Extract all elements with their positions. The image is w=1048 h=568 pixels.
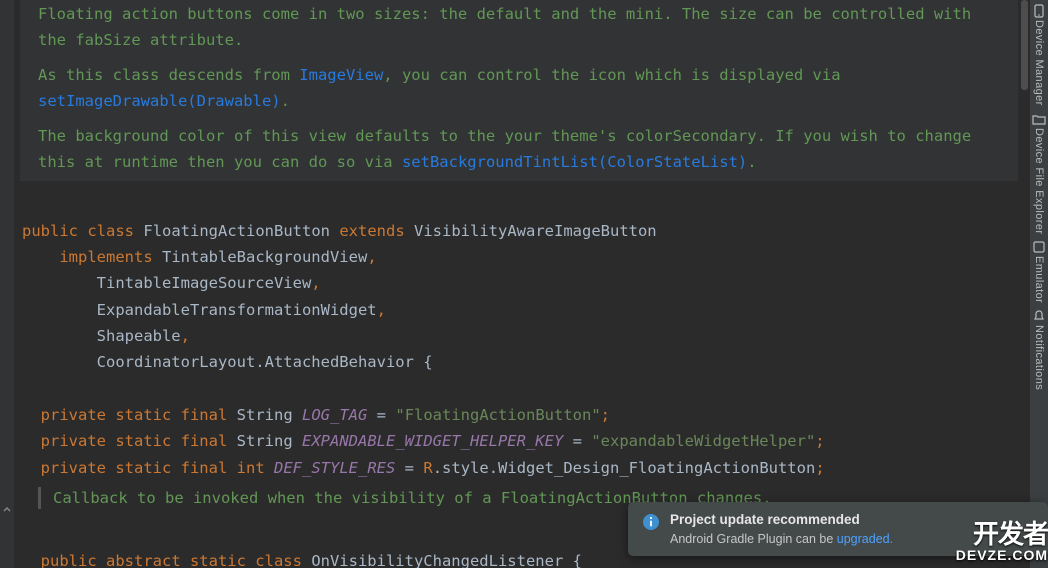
type: String: [237, 432, 293, 450]
toolwindow-device-file-explorer[interactable]: Device File Explorer: [1032, 112, 1046, 234]
toolwindow-label: Device Manager: [1033, 20, 1045, 106]
kw-modifiers: private static final: [41, 459, 228, 477]
constant-name: LOG_TAG: [302, 406, 367, 424]
interface-name: CoordinatorLayout.AttachedBehavior: [97, 353, 414, 371]
emulator-icon: [1032, 240, 1046, 254]
doc-link[interactable]: ImageView: [299, 66, 383, 84]
toolwindow-emulator[interactable]: Emulator: [1032, 240, 1046, 303]
doc-link[interactable]: setBackgroundTintList(ColorStateList): [402, 153, 747, 171]
code-editor[interactable]: Floating action buttons come in two size…: [14, 0, 1018, 568]
type: String: [237, 406, 293, 424]
toast-title: Project update recommended: [670, 512, 893, 527]
doc-code: fabSize: [75, 31, 140, 49]
doc-text: The background color of this view defaul…: [38, 127, 626, 145]
string-literal: "FloatingActionButton": [395, 406, 600, 424]
class-name: FloatingActionButton: [143, 222, 330, 240]
interface-name: TintableBackgroundView: [162, 248, 367, 266]
kw-modifiers: public abstract static class: [41, 552, 302, 568]
constant-name: EXPANDABLE_WIDGET_HELPER_KEY: [302, 432, 563, 450]
kw-class: class: [87, 222, 134, 240]
info-icon: [642, 513, 660, 531]
right-tool-strip: Device Manager Device File Explorer Emul…: [1030, 0, 1048, 568]
kw-modifiers: private static final: [41, 406, 228, 424]
superclass-name: VisibilityAwareImageButton: [414, 222, 657, 240]
kw-extends: extends: [339, 222, 404, 240]
bell-icon: [1032, 309, 1046, 323]
brace-open: {: [423, 353, 432, 371]
interface-name: ExpandableTransformationWidget: [97, 301, 377, 319]
javadoc-paragraph: As this class descends from ImageView, y…: [38, 63, 1000, 114]
r-ref: R: [423, 459, 432, 477]
toast-body-link[interactable]: upgraded.: [837, 532, 893, 546]
kw-modifiers: private static final: [41, 432, 228, 450]
kw-implements: implements: [59, 248, 152, 266]
inner-class-name: OnVisibilityChangedListener: [311, 552, 563, 568]
doc-text: attribute.: [141, 31, 244, 49]
kw-public: public: [22, 222, 78, 240]
toolwindow-label: Device File Explorer: [1033, 128, 1045, 234]
javadoc-rendered: Floating action buttons come in two size…: [20, 0, 1018, 181]
javadoc-paragraph: Floating action buttons come in two size…: [38, 2, 1000, 53]
editor-gutter: [0, 0, 14, 568]
doc-code: colorSecondary: [626, 127, 757, 145]
doc-text: As this class descends from: [38, 66, 299, 84]
doc-text: .: [747, 153, 756, 171]
javadoc-paragraph: The background color of this view defaul…: [38, 124, 1000, 175]
notification-toast[interactable]: Project update recommended Android Gradl…: [628, 502, 1048, 556]
doc-text: , you can control the icon which is disp…: [383, 66, 840, 84]
override-marker-icon[interactable]: [2, 505, 12, 515]
r-path: .style.Widget_Design_FloatingActionButto…: [433, 459, 816, 477]
phone-icon: [1032, 4, 1046, 18]
vertical-scrollbar-track[interactable]: [1018, 0, 1030, 568]
eq: =: [573, 432, 582, 450]
ide-root: { "doc": { "p1_a": "Floating action butt…: [0, 0, 1048, 568]
toolwindow-label: Notifications: [1033, 325, 1045, 390]
type-int: int: [237, 459, 265, 477]
toolwindow-label: Emulator: [1033, 256, 1045, 303]
string-literal: "expandableWidgetHelper": [591, 432, 815, 450]
eq: =: [405, 459, 414, 477]
constant-name: DEF_STYLE_RES: [274, 459, 395, 477]
eq: =: [377, 406, 386, 424]
doc-text: .: [281, 92, 290, 110]
toolwindow-device-manager[interactable]: Device Manager: [1032, 4, 1046, 106]
toast-body: Android Gradle Plugin can be upgraded.: [670, 532, 893, 546]
toast-message: Project update recommended Android Gradl…: [670, 512, 893, 546]
toolwindow-notifications[interactable]: Notifications: [1032, 309, 1046, 390]
brace-open: {: [573, 552, 582, 568]
folder-icon: [1032, 112, 1046, 126]
interface-name: Shapeable: [97, 327, 181, 345]
interface-name: TintableImageSourceView: [97, 274, 312, 292]
doc-link[interactable]: setImageDrawable(Drawable): [38, 92, 281, 110]
toast-body-text: Android Gradle Plugin can be: [670, 532, 837, 546]
code-body[interactable]: public class FloatingActionButton extend…: [14, 181, 1018, 481]
vertical-scrollbar-thumb[interactable]: [1021, 0, 1028, 90]
